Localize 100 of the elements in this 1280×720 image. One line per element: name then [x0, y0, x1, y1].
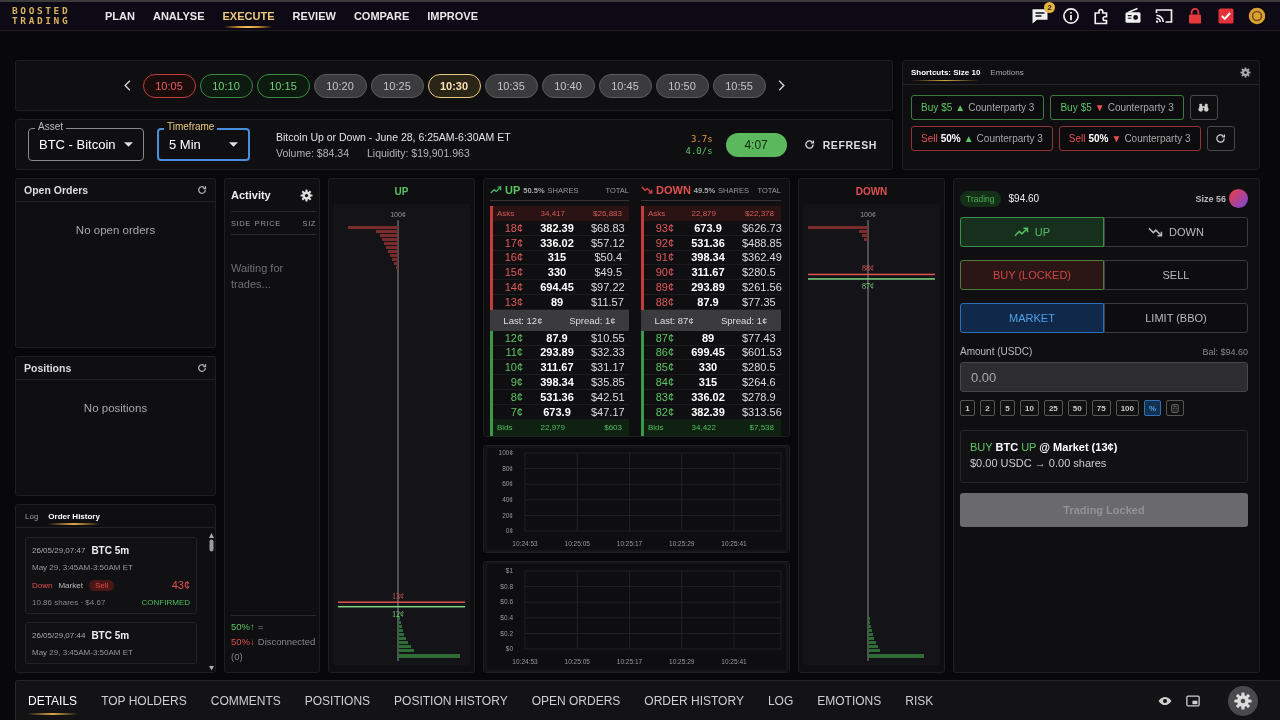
total-cell: $57.12: [591, 236, 625, 249]
total-cell: $261.56: [742, 281, 782, 294]
lock-icon[interactable]: [1186, 7, 1204, 25]
nav-link[interactable]: REVIEW: [283, 4, 345, 28]
eye-icon[interactable]: [1158, 694, 1172, 707]
refresh-icon[interactable]: [197, 363, 207, 373]
chevron-left-icon[interactable]: [123, 80, 131, 91]
time-slot-button[interactable]: 10:05: [142, 73, 196, 98]
cast-icon[interactable]: [1155, 7, 1173, 25]
nav-link[interactable]: IMPROVE: [418, 4, 488, 28]
time-slot-button[interactable]: 10:10: [199, 73, 253, 98]
preset-button[interactable]: %: [1144, 400, 1162, 416]
info-icon[interactable]: [1062, 7, 1080, 25]
nav-link[interactable]: COMPARE: [344, 4, 419, 28]
total-cell: $77.35: [742, 295, 776, 308]
chat-icon[interactable]: [1031, 7, 1049, 25]
field-label: Asset: [35, 121, 66, 133]
avatar-icon[interactable]: [1229, 189, 1248, 208]
chevron-right-icon[interactable]: [777, 80, 785, 91]
shares-cell-text: 336.02: [690, 390, 726, 403]
shares-cell-text: 311.67: [690, 266, 726, 279]
price-cell-text: 15¢: [503, 266, 523, 279]
time-slot-button[interactable]: 10:45: [598, 73, 652, 98]
time-slot-button[interactable]: 10:30: [427, 73, 481, 98]
time-slot-button[interactable]: 10:50: [655, 73, 709, 98]
settings-icon[interactable]: [300, 188, 313, 202]
bottom-tab[interactable]: RISK: [893, 681, 946, 720]
calculator-button[interactable]: [1166, 400, 1185, 416]
toggle-option[interactable]: DOWN: [1104, 217, 1248, 247]
time-slot-button[interactable]: 10:35: [484, 73, 538, 98]
volume-text: Volume: $84.34: [276, 146, 349, 159]
bottom-tab[interactable]: ORDER HISTORY: [632, 681, 756, 720]
panel-tab[interactable]: Log: [25, 507, 39, 525]
refresh-icon[interactable]: [197, 185, 207, 195]
refresh-button[interactable]: REFRESH: [803, 138, 877, 151]
order-status: CONFIRMED: [141, 598, 190, 607]
settings-icon[interactable]: [1240, 67, 1251, 78]
shortcut-button[interactable]: Sell 50% ▼ Counterparty 3: [1058, 126, 1201, 151]
check-square-icon[interactable]: [1217, 7, 1235, 25]
order-card[interactable]: 26/05/29,07:47 BTC 5m May 29, 3:45AM-3:50AM ET Down Market Sell 43¢ 10.86 shares · $4.67 CONFIRMED: [25, 537, 197, 614]
price-cell-text: 83¢: [654, 390, 674, 403]
order-market: BTC 5m: [91, 545, 130, 556]
outcome-title: UP: [505, 184, 521, 196]
price-cell-text: 89¢: [654, 281, 674, 294]
icon-button[interactable]: [1189, 95, 1218, 120]
preset-button[interactable]: 50: [1067, 400, 1087, 416]
bottom-tab[interactable]: LOG: [755, 681, 806, 720]
preset-button[interactable]: 1: [960, 400, 975, 416]
picture-in-picture-icon[interactable]: [1186, 694, 1200, 707]
preset-button[interactable]: 25: [1043, 400, 1063, 416]
time-slot-button[interactable]: 10:40: [541, 73, 595, 98]
amount-input[interactable]: 0.00: [960, 362, 1248, 392]
trend-down-icon: [1148, 227, 1164, 237]
total-cell: $626.73: [742, 221, 782, 234]
shares-cell-text: 330: [546, 266, 568, 279]
panel-title: Activity: [231, 189, 271, 201]
scrollbar[interactable]: [208, 530, 215, 672]
bottom-tab[interactable]: COMMENTS: [198, 681, 293, 720]
time-slot-button[interactable]: 10:55: [712, 73, 766, 98]
toggle-option[interactable]: UP: [960, 217, 1104, 247]
bottom-tab[interactable]: OPEN ORDERS: [519, 681, 633, 720]
field-label: Timeframe: [164, 121, 218, 133]
shortcut-button[interactable]: Buy $5 ▲ Counterparty 3: [911, 95, 1045, 120]
toggle-option[interactable]: LIMIT (BBO): [1104, 303, 1248, 333]
coin-icon[interactable]: [1248, 7, 1266, 25]
shortcut-button[interactable]: Sell 50% ▲ Counterparty 3: [911, 126, 1053, 151]
panel-title: Positions: [24, 362, 72, 374]
shortcut-button[interactable]: Buy $5 ▼ Counterparty 3: [1050, 95, 1184, 120]
panel-title: Open Orders: [24, 184, 89, 196]
bottom-tab[interactable]: POSITION HISTORY: [382, 681, 520, 720]
order-estimate-text: $0.00 USDC → 0.00 shares: [970, 456, 1108, 471]
panel-tab[interactable]: Emotions: [990, 64, 1024, 81]
order-card[interactable]: 26/05/29,07:44 BTC 5m May 29, 3:45AM-3:50AM ET: [25, 622, 197, 664]
separator-text: =: [257, 621, 264, 632]
size-text: Size 56: [1195, 193, 1226, 204]
time-slot-button[interactable]: 10:15: [256, 73, 310, 98]
preset-button[interactable]: 2: [980, 400, 995, 416]
preset-button[interactable]: 5: [1000, 400, 1015, 416]
toggle-option[interactable]: BUY (LOCKED): [960, 260, 1104, 290]
shares-cell-text: 382.39: [690, 405, 726, 418]
market-title: Bitcoin Up or Down - June 28, 6:25AM-6:30AM ET: [276, 130, 511, 143]
nav-link[interactable]: ANALYSE: [143, 4, 214, 28]
toggle-option[interactable]: MARKET: [960, 303, 1104, 333]
radio-icon[interactable]: [1124, 7, 1142, 25]
bottom-tab[interactable]: EMOTIONS: [805, 681, 894, 720]
toggle-option[interactable]: SELL: [1104, 260, 1248, 290]
price-cell-text: 82¢: [654, 405, 674, 418]
settings-icon[interactable]: [1228, 685, 1258, 716]
time-slot-button[interactable]: 10:25: [370, 73, 424, 98]
preset-button[interactable]: 100: [1115, 400, 1139, 416]
latency-text: 3.7s: [690, 132, 713, 145]
time-slot-button[interactable]: 10:20: [313, 73, 367, 98]
nav-link[interactable]: PLAN: [96, 4, 144, 28]
bottom-tab[interactable]: TOP HOLDERS: [89, 681, 199, 720]
preset-button[interactable]: 10: [1020, 400, 1039, 416]
bottom-tab[interactable]: POSITIONS: [292, 681, 383, 720]
icon-button[interactable]: [1206, 126, 1235, 151]
order-time: 26/05/29,07:44: [32, 631, 86, 640]
shares-cell-text: 531.36: [690, 236, 726, 249]
preset-button[interactable]: 75: [1091, 400, 1111, 416]
